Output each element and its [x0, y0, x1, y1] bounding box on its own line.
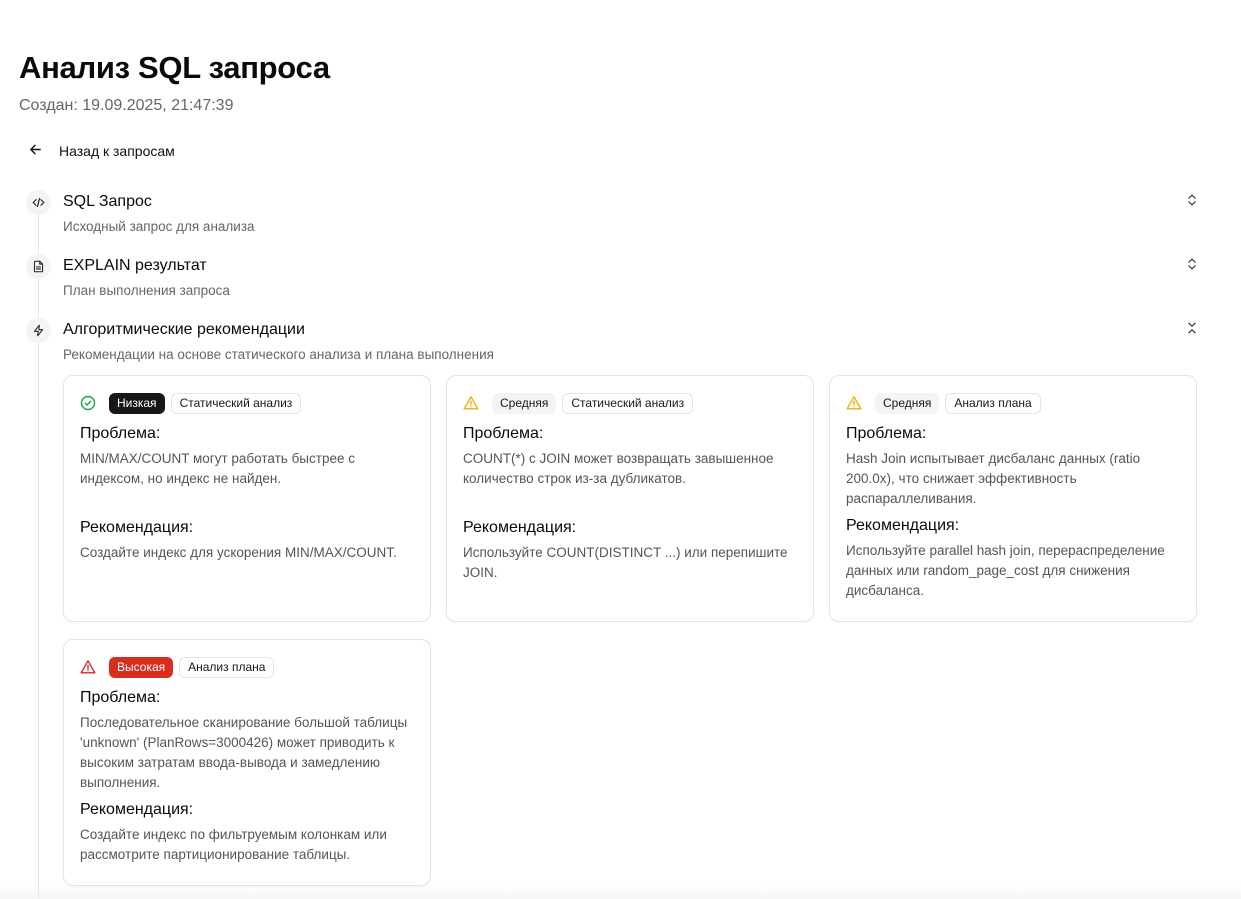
source-badge: Статический анализ [170, 392, 302, 414]
back-link-label: Назад к запросам [59, 143, 175, 159]
expand-toggle-button[interactable] [1183, 257, 1201, 275]
severity-badge: Высокая [109, 656, 174, 678]
section-algorithmic-recommendations: Алгоритмические рекомендации Рекомендаци… [26, 318, 1201, 368]
problem-text: COUNT(*) с JOIN может возвращать завышен… [463, 451, 774, 486]
recommendation-label: Рекомендация: [846, 517, 960, 534]
back-to-queries-link[interactable]: Назад к запросам [28, 139, 175, 163]
check-circle-icon [80, 395, 97, 412]
section-sql-query: SQL Запрос Исходный запрос для анализа [26, 190, 1201, 240]
warning-icon [846, 395, 863, 412]
page-title: Анализ SQL запроса [19, 50, 330, 85]
problem-text: Последовательное сканирование большой та… [80, 715, 408, 790]
source-badge: Статический анализ [562, 392, 694, 414]
problem-label: Проблема: [463, 425, 544, 442]
section-explain-result: EXPLAIN результат План выполнения запрос… [26, 254, 1201, 304]
section-subtitle: План выполнения запроса [63, 283, 230, 298]
recommendation-label: Рекомендация: [80, 519, 194, 536]
recommendation-card: Средняя Анализ плана Проблема: Hash Join… [829, 375, 1197, 622]
problem-text: Hash Join испытывает дисбаланс данных (r… [846, 451, 1141, 506]
recommendation-text: Используйте COUNT(DISTINCT ...) или пере… [463, 545, 788, 580]
severity-badge: Низкая [109, 392, 165, 414]
source-badge: Анализ плана [945, 392, 1041, 414]
code-icon [26, 190, 51, 215]
lightning-icon [26, 318, 51, 343]
recommendation-label: Рекомендация: [80, 801, 194, 818]
recommendation-text: Создайте индекс для ускорения MIN/MAX/CO… [80, 545, 397, 560]
recommendation-label: Рекомендация: [463, 519, 577, 536]
section-title: Алгоритмические рекомендации [63, 321, 305, 338]
chevrons-up-down-icon [1185, 193, 1199, 212]
problem-text: MIN/MAX/COUNT могут работать быстрее с и… [80, 451, 355, 486]
problem-label: Проблема: [846, 425, 927, 442]
bottom-fade [0, 885, 1241, 899]
problem-label: Проблема: [80, 425, 161, 442]
problem-label: Проблема: [80, 689, 161, 706]
section-subtitle: Рекомендации на основе статического анал… [63, 347, 494, 362]
section-subtitle: Исходный запрос для анализа [63, 219, 255, 234]
recommendation-card: Низкая Статический анализ Проблема: MIN/… [63, 375, 431, 622]
recommendation-card: Высокая Анализ плана Проблема: Последова… [63, 639, 431, 886]
timeline-line [38, 214, 39, 899]
severity-badge: Средняя [875, 392, 940, 414]
alert-triangle-icon [80, 659, 97, 676]
source-badge: Анализ плана [179, 656, 275, 678]
section-title: EXPLAIN результат [63, 257, 207, 274]
document-icon [26, 254, 51, 279]
recommendation-text: Создайте индекс по фильтруемым колонкам … [80, 827, 387, 862]
chevrons-up-down-icon [1185, 257, 1199, 276]
recommendation-card: Средняя Статический анализ Проблема: COU… [446, 375, 814, 622]
arrow-left-icon [28, 142, 43, 160]
expand-toggle-button[interactable] [1183, 193, 1201, 211]
recommendation-text: Используйте parallel hash join, перерасп… [846, 543, 1165, 598]
section-title: SQL Запрос [63, 193, 152, 210]
warning-icon [463, 395, 480, 412]
chevrons-down-up-icon [1185, 321, 1199, 340]
severity-badge: Средняя [492, 392, 557, 414]
created-timestamp: Создан: 19.09.2025, 21:47:39 [19, 97, 234, 114]
collapse-toggle-button[interactable] [1183, 321, 1201, 339]
